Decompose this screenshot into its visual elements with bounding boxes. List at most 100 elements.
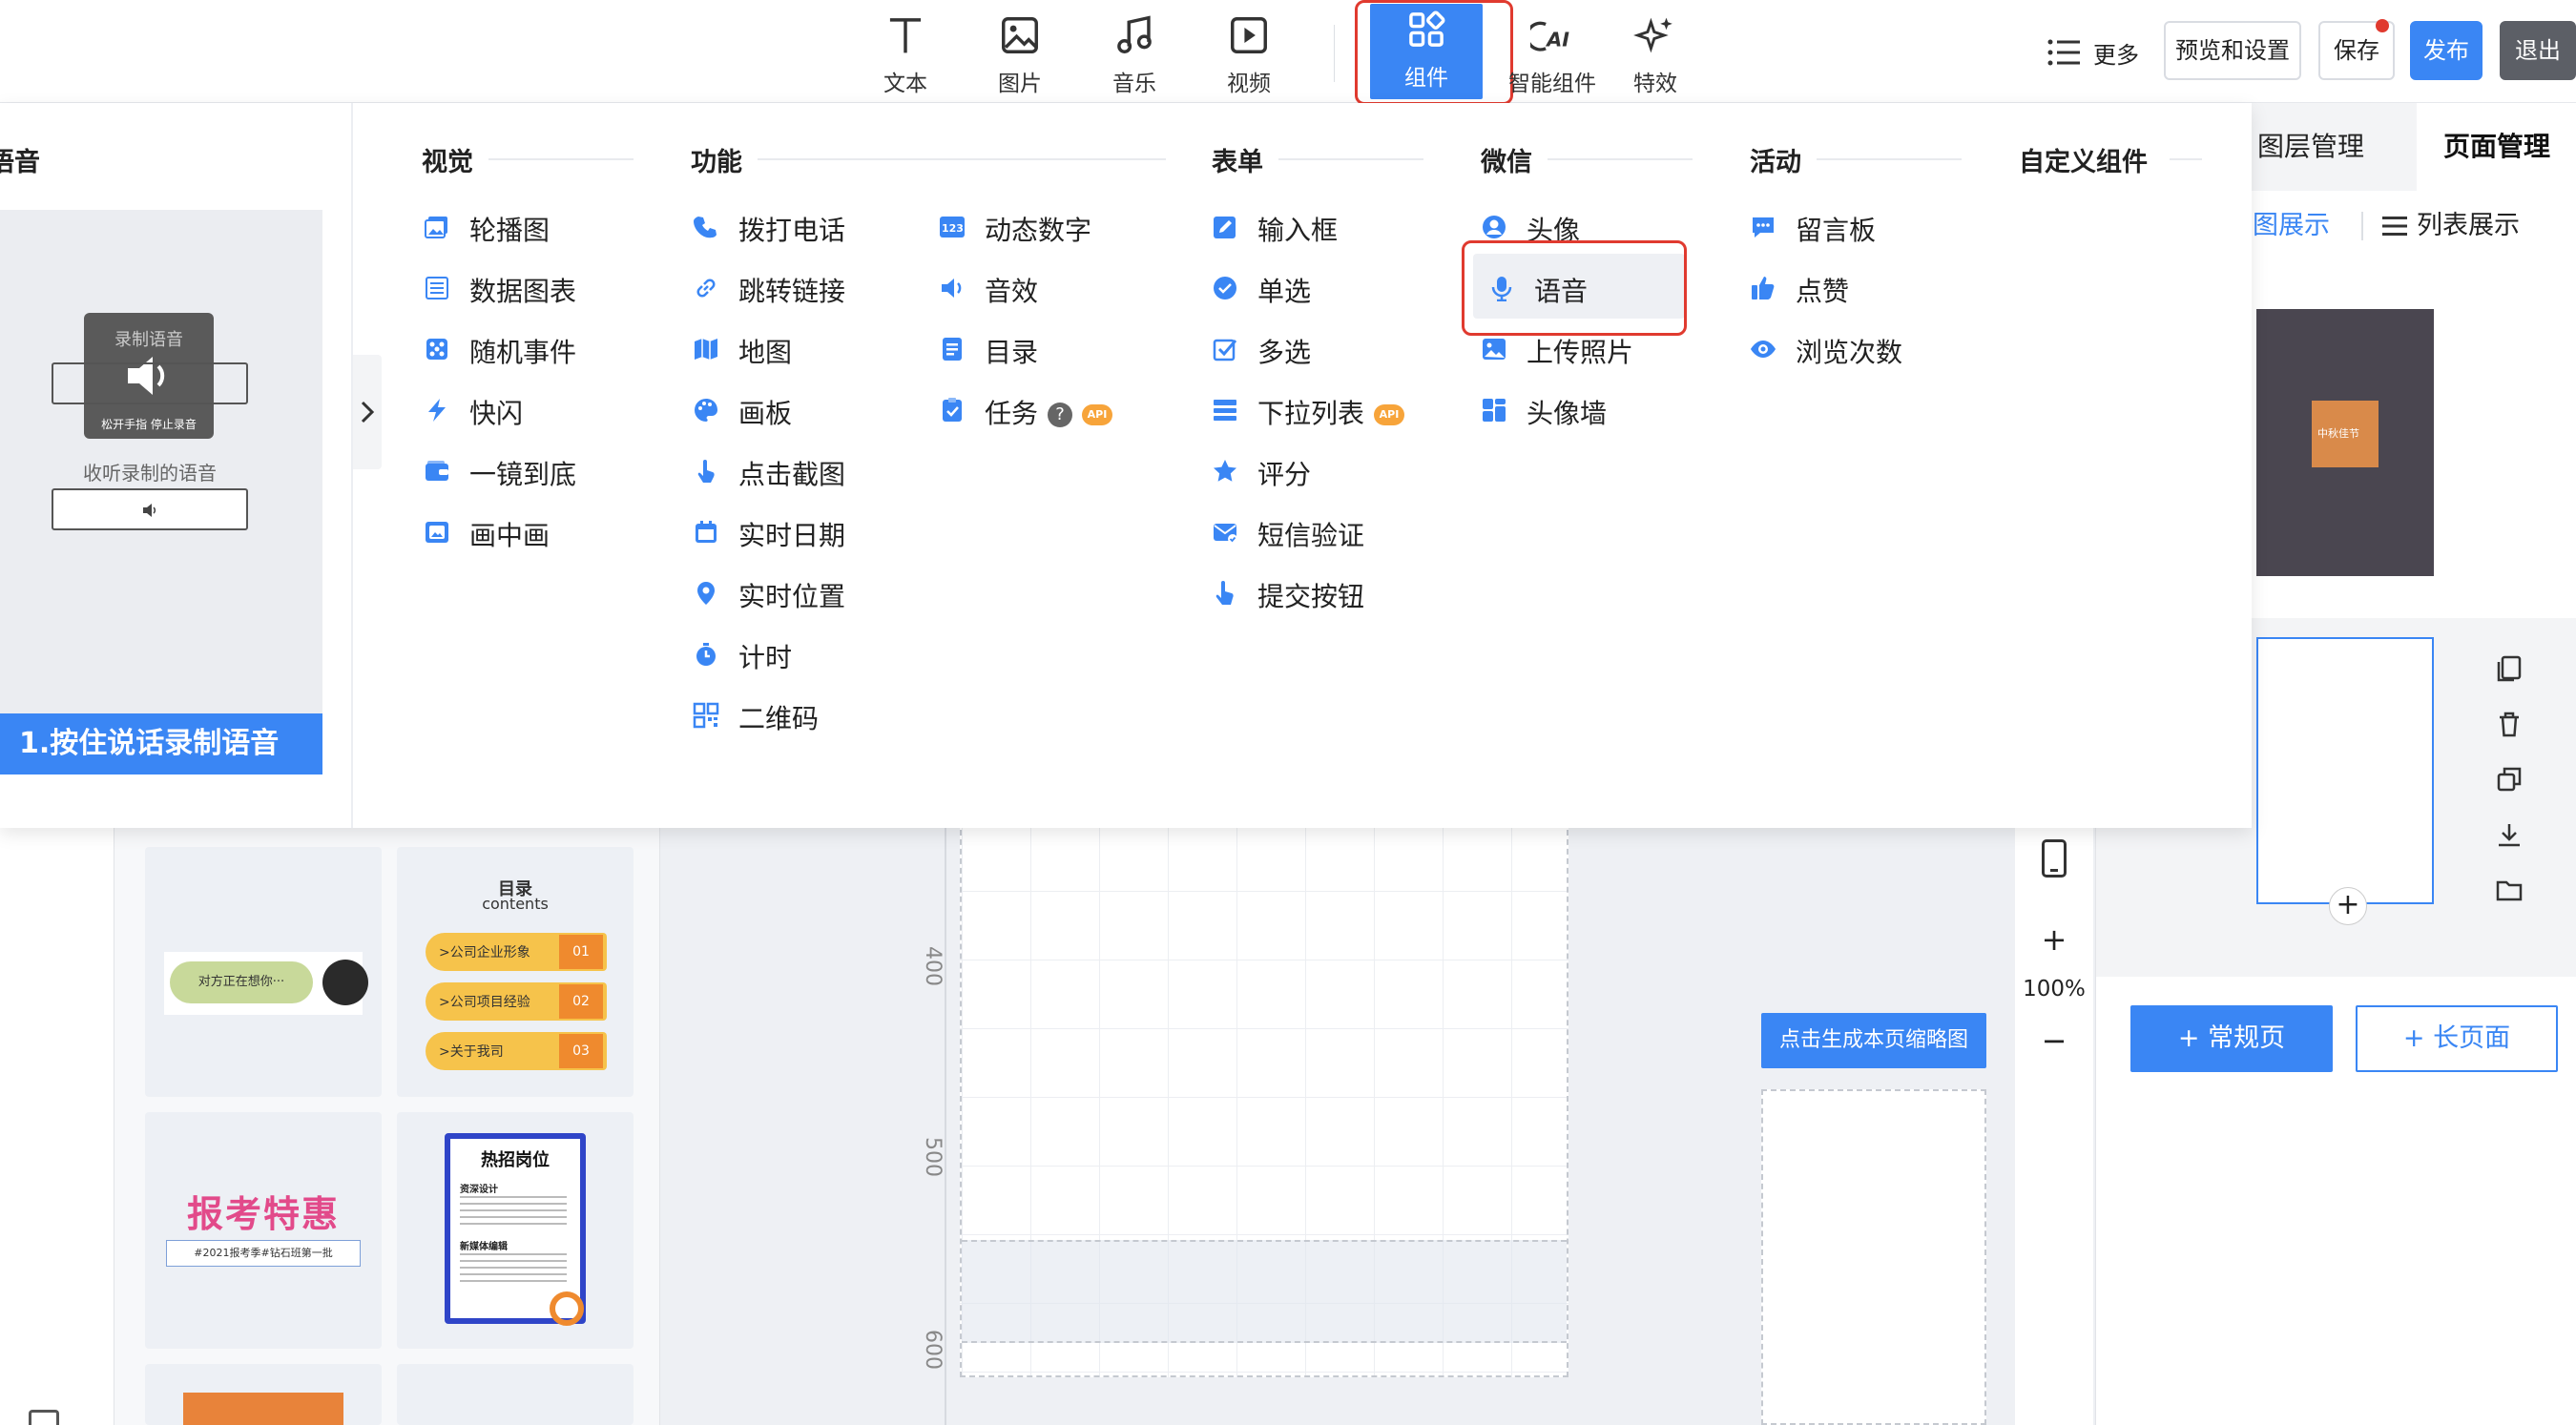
template-thumb-exam[interactable]: 报考特惠 #2021报考季#钻石班第一批 (145, 1112, 382, 1349)
component-label-task: 任务? API (985, 393, 1113, 431)
mobile-preview-icon[interactable] (2042, 839, 2067, 878)
vertical-ruler (945, 820, 946, 1425)
trash-icon[interactable] (2495, 710, 2524, 738)
eye-icon (1751, 341, 1776, 358)
chevron-right-icon (361, 401, 375, 423)
tool-ai-component[interactable]: AI 智能组件 (1490, 10, 1614, 97)
component-timer[interactable]: 计时 (693, 631, 922, 677)
preview-settings-button[interactable]: 预览和设置 (2164, 21, 2301, 80)
component-carousel[interactable]: 轮播图 (424, 204, 653, 250)
tool-video[interactable]: 视频 (1196, 10, 1301, 97)
component-random-event[interactable]: 随机事件 (424, 326, 653, 372)
component-multi-choice[interactable]: 多选 (1212, 326, 1441, 372)
preview-collapse-toggle[interactable] (353, 355, 382, 469)
component-phone-call[interactable]: 拨打电话 (693, 204, 922, 250)
dropdown-list-icon (1214, 400, 1236, 421)
zoom-rail (2015, 820, 2093, 1425)
section-title-visual: 视觉 (422, 148, 473, 177)
component-submit-button[interactable]: 提交按钮 (1212, 570, 1441, 616)
component-sms-verify[interactable]: 短信验证 (1212, 509, 1441, 555)
zoom-in-button[interactable]: + (2038, 921, 2070, 958)
tool-component[interactable]: 组件 (1370, 4, 1483, 99)
component-sound-effect[interactable]: 音效 (939, 265, 1168, 311)
copy-page-icon[interactable] (2495, 654, 2524, 683)
page-thumb-2[interactable] (2256, 637, 2434, 904)
job-text-lines (460, 1253, 567, 1282)
component-like[interactable]: 点赞 (1750, 265, 1979, 311)
component-picture-in-picture[interactable]: 画中画 (424, 509, 653, 555)
component-data-chart[interactable]: 数据图表 (424, 265, 653, 311)
number-123-icon: 123 (940, 217, 965, 238)
exit-button[interactable]: 退出 (2500, 21, 2576, 80)
page-canvas[interactable] (960, 820, 1568, 1377)
add-long-page-button[interactable]: + 长页面 (2356, 1005, 2558, 1072)
component-upload-photo[interactable]: 上传照片 (1481, 326, 1710, 372)
duplicate-icon[interactable] (2495, 765, 2524, 794)
tool-effects[interactable]: 特效 (1603, 10, 1708, 97)
add-normal-page-button[interactable]: + 常规页 (2130, 1005, 2333, 1072)
stopwatch-icon (696, 643, 716, 666)
component-avatar-wall[interactable]: 头像墙 (1481, 387, 1710, 433)
checkbox-icon (1213, 339, 1237, 361)
section-rule (1817, 158, 1962, 160)
component-view-count[interactable]: 浏览次数 (1750, 326, 1979, 372)
template-thumb-job[interactable]: 热招岗位 资深设计 新媒体编辑 (397, 1112, 634, 1349)
help-icon[interactable]: ? (1048, 403, 1073, 427)
component-dropdown-list[interactable]: 下拉列表 API (1212, 387, 1460, 433)
speaker-small-icon (143, 504, 156, 517)
component-input-box[interactable]: 输入框 (1212, 204, 1441, 250)
zoom-out-button[interactable]: − (2038, 1022, 2070, 1059)
component-label: 点击截图 (738, 459, 846, 490)
component-flash[interactable]: 快闪 (424, 387, 653, 433)
template-thumb[interactable] (397, 1364, 634, 1425)
view-image-toggle[interactable]: 图展示 (2253, 202, 2348, 250)
page-thumb-image: 中秋佳节 (2312, 401, 2379, 467)
chat-card: 对方正在想你··· (164, 952, 368, 1015)
component-label: 画中画 (469, 520, 551, 551)
add-page-plus-button[interactable]: + (2329, 887, 2367, 925)
component-realtime-location[interactable]: 实时位置 (693, 570, 922, 616)
view-list-toggle[interactable]: 列表展示 (2382, 202, 2573, 250)
component-task[interactable]: 任务? API (939, 387, 1187, 433)
component-dynamic-number[interactable]: 123 动态数字 (939, 204, 1168, 250)
page-thumb-1[interactable]: 中秋佳节 (2256, 309, 2434, 576)
component-avatar[interactable]: 头像 (1481, 204, 1710, 250)
play-button[interactable] (52, 488, 248, 530)
thumbs-up-icon (1752, 277, 1775, 299)
component-message-board[interactable]: 留言板 (1750, 204, 1979, 250)
tab-pages[interactable]: 页面管理 (2417, 103, 2576, 191)
tool-image[interactable]: 图片 (967, 10, 1072, 97)
tool-music[interactable]: 音乐 (1082, 10, 1187, 97)
template-thumb-toc[interactable]: 目录 contents >公司企业形象 01 >公司项目经验 02 >关于我司 … (397, 860, 634, 1097)
component-click-screenshot[interactable]: 点击截图 (693, 448, 922, 494)
generate-thumbnail-button[interactable]: 点击生成本页缩略图 (1761, 1013, 1986, 1068)
component-rating[interactable]: 评分 (1212, 448, 1441, 494)
component-jump-link[interactable]: 跳转链接 (693, 265, 922, 311)
component-label: 任务 (985, 398, 1039, 429)
component-drawing-board[interactable]: 画板 (693, 387, 922, 433)
tool-text[interactable]: 文本 (853, 10, 958, 97)
component-one-shot[interactable]: 一镜到底 (424, 448, 653, 494)
template-thumb-chat[interactable]: 对方正在想你··· (145, 860, 382, 1097)
folder-icon[interactable] (2495, 876, 2524, 904)
edit-box-icon (1214, 217, 1236, 238)
component-catalog[interactable]: 目录 (939, 326, 1168, 372)
photo-upload-icon (1483, 339, 1506, 360)
thumb-decoration (183, 1393, 343, 1425)
template-thumb[interactable] (145, 1364, 382, 1425)
publish-button[interactable]: 发布 (2410, 21, 2483, 80)
component-label: 单选 (1257, 276, 1312, 307)
tab-layers[interactable]: 图层管理 (2239, 103, 2382, 191)
clipboard-icon[interactable] (29, 1410, 59, 1425)
component-voice[interactable]: 语音 (1488, 265, 1717, 311)
image-icon (1002, 17, 1038, 53)
carousel-icon (425, 217, 447, 238)
view-list-label: 列表展示 (2417, 211, 2520, 240)
download-icon[interactable] (2495, 820, 2524, 849)
svg-text:AI: AI (1545, 29, 1569, 52)
component-single-choice[interactable]: 单选 (1212, 265, 1441, 311)
component-map[interactable]: 地图 (693, 326, 922, 372)
component-qrcode[interactable]: 二维码 (693, 692, 922, 738)
unsaved-dot (2376, 19, 2389, 32)
component-realtime-date[interactable]: 实时日期 (693, 509, 922, 555)
